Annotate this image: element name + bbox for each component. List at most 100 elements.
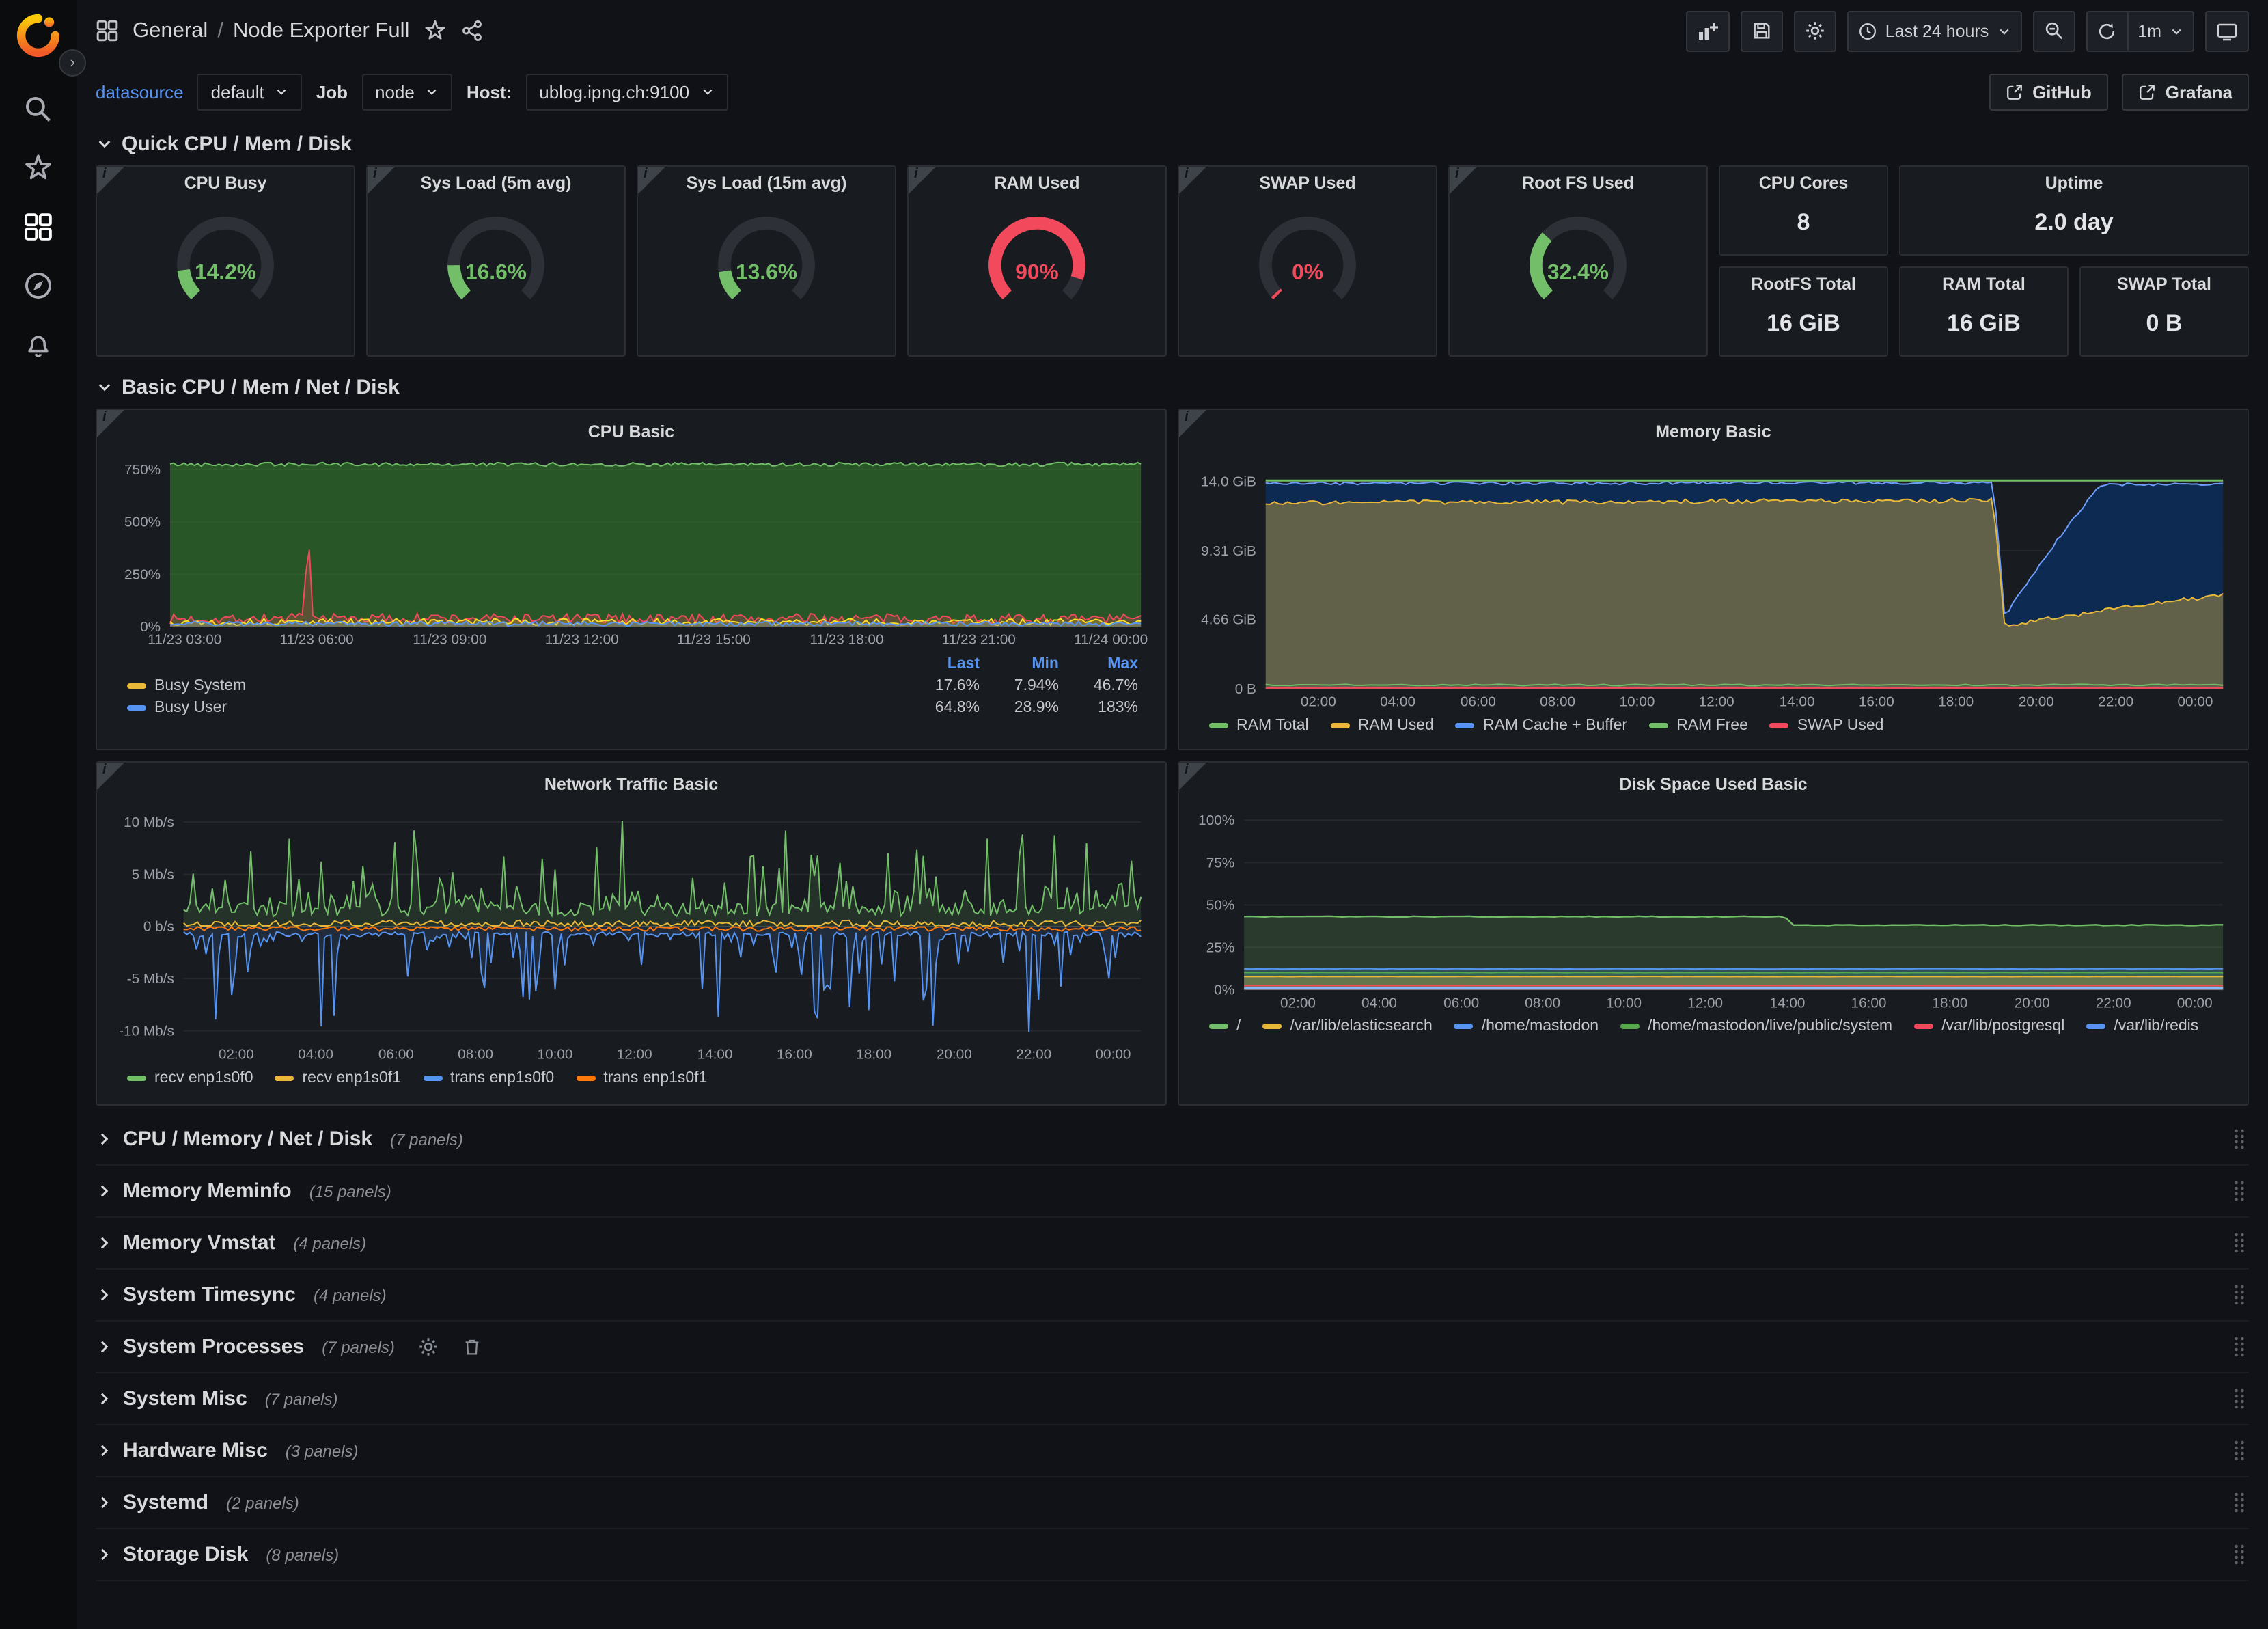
alerting-bell-icon[interactable] [23,329,53,359]
breadcrumb-dashboard-title[interactable]: Node Exporter Full [233,18,409,43]
dashboard-row-system-processes[interactable]: System Processes(7 panels) [96,1322,2249,1373]
dashboard-row-system-misc[interactable]: System Misc(7 panels) [96,1373,2249,1425]
breadcrumb-folder[interactable]: General [133,18,208,43]
panel-title[interactable]: CPU Busy [97,167,354,200]
refresh-button[interactable] [2086,10,2127,51]
legend-item[interactable]: RAM Cache + Buffer [1456,717,1627,733]
panel-title[interactable]: RAM Total [1900,268,2067,301]
svg-text:10:00: 10:00 [1606,995,1642,1011]
panel-title[interactable]: Sys Load (5m avg) [368,167,624,200]
panel-title[interactable]: SWAP Used [1179,167,1436,200]
legend-column-header[interactable]: Min [988,654,1067,676]
panel-info-icon[interactable]: i [1450,167,1477,194]
panel-title[interactable]: CPU Basic [108,415,1154,448]
legend-item[interactable]: RAM Used [1331,717,1434,733]
legend-item[interactable]: recv enp1s0f0 [127,1069,253,1086]
sidebar-expand-button[interactable]: › [59,49,86,77]
kiosk-mode-button[interactable] [2205,10,2249,51]
explore-compass-icon[interactable] [23,271,53,301]
legend-column-header[interactable]: Max [1067,654,1146,676]
row-delete-trash-icon[interactable] [462,1337,482,1357]
chart-area[interactable]: 0 B4.66 GiB9.31 GiB14.0 GiB02:0004:0006:… [1190,448,2237,713]
legend-item[interactable]: trans enp1s0f0 [423,1069,554,1086]
datasource-select[interactable]: default [197,73,303,110]
time-range-picker[interactable]: Last 24 hours [1847,10,2022,51]
legend-item[interactable]: RAM Free [1649,717,1748,733]
panel-title[interactable]: CPU Cores [1720,167,1887,200]
save-dashboard-button[interactable] [1741,10,1783,51]
panel-title[interactable]: Network Traffic Basic [108,768,1154,801]
panel-info-icon[interactable]: i [97,410,124,437]
refresh-interval-picker[interactable]: 1m [2127,10,2194,51]
row-drag-handle-icon[interactable] [2232,1283,2246,1306]
chart-area[interactable]: 0%250%500%750%11/23 03:0011/23 06:0011/2… [108,448,1154,651]
panel-title[interactable]: RAM Used [909,167,1165,200]
chart-area[interactable]: 0%25%50%75%100%02:0004:0006:0008:0010:00… [1190,801,2237,1014]
row-drag-handle-icon[interactable] [2232,1335,2246,1358]
row-settings-gear-icon[interactable] [418,1337,439,1357]
legend-item[interactable]: / [1209,1018,1241,1035]
dashboard-row-memory-vmstat[interactable]: Memory Vmstat(4 panels) [96,1218,2249,1270]
legend-item[interactable]: /home/mastodon [1454,1018,1599,1035]
panel-info-icon[interactable]: i [368,167,395,194]
panel-info-icon[interactable]: i [1179,763,1206,790]
dashboards-icon[interactable] [23,212,53,242]
panel-info-icon[interactable]: i [1179,167,1206,194]
chevron-down-icon [2170,24,2183,38]
row-drag-handle-icon[interactable] [2232,1439,2246,1462]
panel-info-icon[interactable]: i [97,763,124,790]
dashboard-row-system-timesync[interactable]: System Timesync(4 panels) [96,1270,2249,1322]
panel-info-icon[interactable]: i [97,167,124,194]
panel-info-icon[interactable]: i [909,167,936,194]
add-panel-button[interactable] [1686,10,1730,51]
apps-grid-icon[interactable] [96,19,119,42]
svg-text:04:00: 04:00 [298,1047,333,1063]
row-drag-handle-icon[interactable] [2232,1127,2246,1151]
panel-title[interactable]: SWAP Total [2081,268,2248,301]
github-link-button[interactable]: GitHub [1989,73,2108,110]
panel-info-icon[interactable]: i [1179,410,1206,437]
share-icon[interactable] [460,19,483,42]
panel-title[interactable]: Uptime [1900,167,2248,200]
section-quick-cpu-mem-disk[interactable]: Quick CPU / Mem / Disk [96,122,2249,165]
star-dashboard-icon[interactable] [423,19,446,42]
section-basic-cpu-mem-net-disk[interactable]: Basic CPU / Mem / Net / Disk [96,365,2249,409]
panel-title[interactable]: Root FS Used [1450,167,1706,200]
row-drag-handle-icon[interactable] [2232,1543,2246,1566]
panel-title[interactable]: Memory Basic [1190,415,2237,448]
panel-title[interactable]: Sys Load (15m avg) [638,167,895,200]
panel-title[interactable]: RootFS Total [1720,268,1887,301]
starred-dashboards-icon[interactable] [23,153,53,183]
panel-info-icon[interactable]: i [638,167,665,194]
legend-column-header[interactable]: Last [892,654,988,676]
legend-item[interactable]: RAM Total [1209,717,1309,733]
grafana-link-button[interactable]: Grafana [2122,73,2249,110]
chart-area[interactable]: -10 Mb/s-5 Mb/s0 b/s5 Mb/s10 Mb/s02:0004… [108,801,1154,1065]
dashboard-row-storage-disk[interactable]: Storage Disk(8 panels) [96,1529,2249,1581]
legend-series-name[interactable]: Busy User [127,698,892,720]
legend-item[interactable]: recv enp1s0f1 [275,1069,402,1086]
host-select[interactable]: ublog.ipng.ch:9100 [525,73,728,110]
dashboard-row-systemd[interactable]: Systemd(2 panels) [96,1477,2249,1529]
zoom-out-time-button[interactable] [2032,10,2075,51]
legend-item[interactable]: /home/mastodon/live/public/system [1620,1018,1892,1035]
legend-item[interactable]: /var/lib/postgresql [1914,1018,2064,1035]
legend-item[interactable]: SWAP Used [1770,717,1884,733]
dashboard-settings-button[interactable] [1794,10,1836,51]
dashboard-row-hardware-misc[interactable]: Hardware Misc(3 panels) [96,1425,2249,1477]
legend-item[interactable]: trans enp1s0f1 [576,1069,707,1086]
row-drag-handle-icon[interactable] [2232,1491,2246,1514]
search-icon[interactable] [23,94,53,124]
legend-item[interactable]: /var/lib/elasticsearch [1262,1018,1432,1035]
row-drag-handle-icon[interactable] [2232,1387,2246,1410]
svg-text:-5 Mb/s: -5 Mb/s [127,971,174,987]
row-drag-handle-icon[interactable] [2232,1179,2246,1203]
panel-title[interactable]: Disk Space Used Basic [1190,768,2237,801]
grafana-logo-icon[interactable] [16,14,60,57]
row-drag-handle-icon[interactable] [2232,1231,2246,1255]
legend-item[interactable]: /var/lib/redis [2086,1018,2198,1035]
job-select[interactable]: node [361,73,453,110]
dashboard-row-cpu-memory-net-disk[interactable]: CPU / Memory / Net / Disk(7 panels) [96,1114,2249,1166]
legend-series-name[interactable]: Busy System [127,676,892,698]
dashboard-row-memory-meminfo[interactable]: Memory Meminfo(15 panels) [96,1166,2249,1218]
